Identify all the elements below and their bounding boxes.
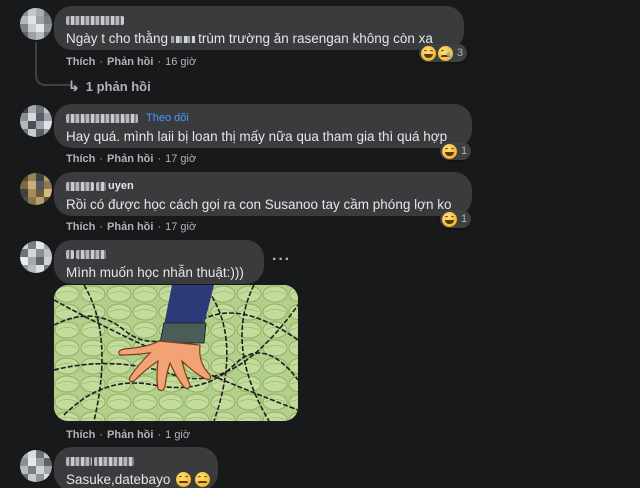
like-button[interactable]: Thích [66, 429, 95, 441]
redacted-name [171, 35, 196, 43]
author-name[interactable] [66, 247, 252, 261]
author-name[interactable] [66, 454, 206, 468]
comment-actions: Thích · Phản hồi · 17 giờ [66, 221, 197, 233]
sad-face-icon [176, 472, 192, 487]
sad-icon [438, 45, 453, 61]
comment-text: Sasuke,datebayo [66, 471, 211, 488]
more-options-button[interactable]: ··· [272, 251, 291, 269]
comment-bubble: Theo dõi Hay quá. mình laii bị loan thị … [54, 104, 472, 148]
reply-button[interactable]: Phản hồi [107, 221, 153, 233]
reaction-summary[interactable]: 1 [440, 142, 472, 160]
author-name[interactable] [66, 13, 452, 27]
author-name[interactable]: uyen [66, 179, 460, 193]
timestamp[interactable]: 17 giờ [165, 153, 196, 165]
follow-link[interactable]: Theo dõi [146, 112, 189, 124]
timestamp[interactable]: 17 giờ [165, 221, 196, 233]
avatar[interactable] [20, 105, 52, 137]
comment-bubble: Ngày t cho thằng trùm trường ăn rasengan … [54, 6, 464, 50]
comment-bubble: uyen Rồi có được học cách gọi ra con Sus… [54, 172, 472, 216]
comment-text: Mình muốn học nhẫn thuật:))) [66, 265, 244, 280]
author-name[interactable]: Theo dõi [66, 111, 460, 125]
avatar[interactable] [20, 173, 52, 205]
haha-icon [442, 143, 457, 159]
like-button[interactable]: Thích [66, 221, 95, 233]
comment-actions: Thích · Phản hồi · 16 giờ [66, 56, 197, 68]
comment-text: Ngày t cho thằng trùm trường ăn rasengan … [66, 31, 433, 46]
comment-text: Hay quá. mình laii bị loan thị mấy nữa q… [66, 129, 448, 144]
reply-button[interactable]: Phản hồi [107, 56, 153, 68]
comment-text: Rồi có được học cách gọi ra con Susanoo … [66, 197, 452, 212]
timestamp[interactable]: 16 giờ [165, 56, 196, 68]
view-replies-link[interactable]: ↳ 1 phản hồi [68, 78, 151, 95]
sad-face-icon [195, 472, 211, 487]
attached-image-art [54, 285, 298, 421]
comment-actions: Thích · Phản hồi · 1 giờ [66, 429, 191, 441]
avatar[interactable] [20, 8, 52, 40]
reaction-summary[interactable]: 1 [440, 210, 472, 228]
reply-arrow-icon: ↳ [68, 78, 80, 94]
comment-bubble: Sasuke,datebayo [54, 447, 218, 488]
anime-hand-jutsu-image[interactable] [54, 285, 298, 421]
haha-icon [421, 45, 436, 61]
avatar[interactable] [20, 450, 52, 482]
timestamp[interactable]: 1 giờ [165, 429, 190, 441]
thread-connector [35, 42, 71, 86]
avatar[interactable] [20, 241, 52, 273]
reply-button[interactable]: Phản hồi [107, 153, 153, 165]
like-button[interactable]: Thích [66, 153, 95, 165]
reaction-summary[interactable]: 3 [419, 44, 468, 62]
haha-icon [442, 211, 457, 227]
reply-button[interactable]: Phản hồi [107, 429, 153, 441]
comment-bubble: Mình muốn học nhẫn thuật:))) [54, 240, 264, 284]
comment-actions: Thích · Phản hồi · 17 giờ [66, 153, 197, 165]
